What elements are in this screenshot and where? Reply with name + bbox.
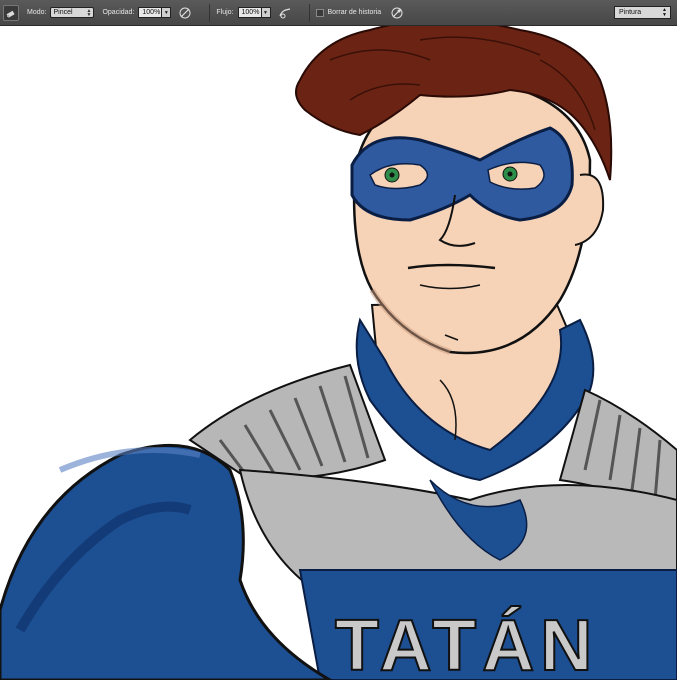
opacity-slider-toggle[interactable]: ▼ [162, 7, 172, 18]
left-pupil [389, 172, 395, 178]
eraser-tool-icon [6, 10, 15, 18]
flow-slider-toggle[interactable]: ▼ [261, 7, 271, 18]
pen-pressure-icon [179, 7, 191, 18]
mode-value: Pincel [53, 9, 73, 16]
updown-arrows-icon: ▲ ▼ [86, 8, 92, 18]
workspace-value: Pintura [619, 9, 642, 16]
tool-options-bar: Modo: Pincel ▲ ▼ Opacidad: 100% ▼ Flujo: … [0, 0, 677, 26]
pressure-size-button[interactable] [389, 5, 405, 21]
pressure-opacity-button[interactable] [177, 5, 193, 21]
flow-value: 100% [241, 9, 260, 16]
flow-input[interactable]: 100% [237, 7, 262, 18]
opacity-label: Opacidad: [102, 9, 135, 16]
separator [308, 3, 310, 22]
updown-arrows-icon: ▲ ▼ [662, 7, 667, 18]
document-canvas[interactable]: TATÁN [0, 19, 677, 685]
mode-label: Modo: [27, 9, 47, 16]
erase-to-history-checkbox[interactable] [315, 8, 324, 17]
opacity-value: 100% [142, 9, 161, 16]
opacity-input[interactable]: 100% [138, 7, 163, 18]
chest-lettering: TATÁN [335, 606, 598, 680]
hero-illustration: TATÁN [0, 19, 677, 685]
workspace-dropdown[interactable]: Pintura ▲ ▼ [614, 6, 671, 19]
airbrush-button[interactable] [277, 5, 293, 21]
erase-to-history-label: Borrar de historia [327, 9, 382, 16]
tool-preset-picker[interactable] [3, 4, 19, 21]
flow-label: Flujo: [216, 9, 234, 16]
right-pupil [507, 171, 513, 177]
pen-pressure-size-icon [391, 7, 403, 18]
mode-dropdown[interactable]: Pincel ▲ ▼ [50, 7, 95, 18]
separator [209, 3, 211, 22]
airbrush-icon [278, 7, 290, 18]
